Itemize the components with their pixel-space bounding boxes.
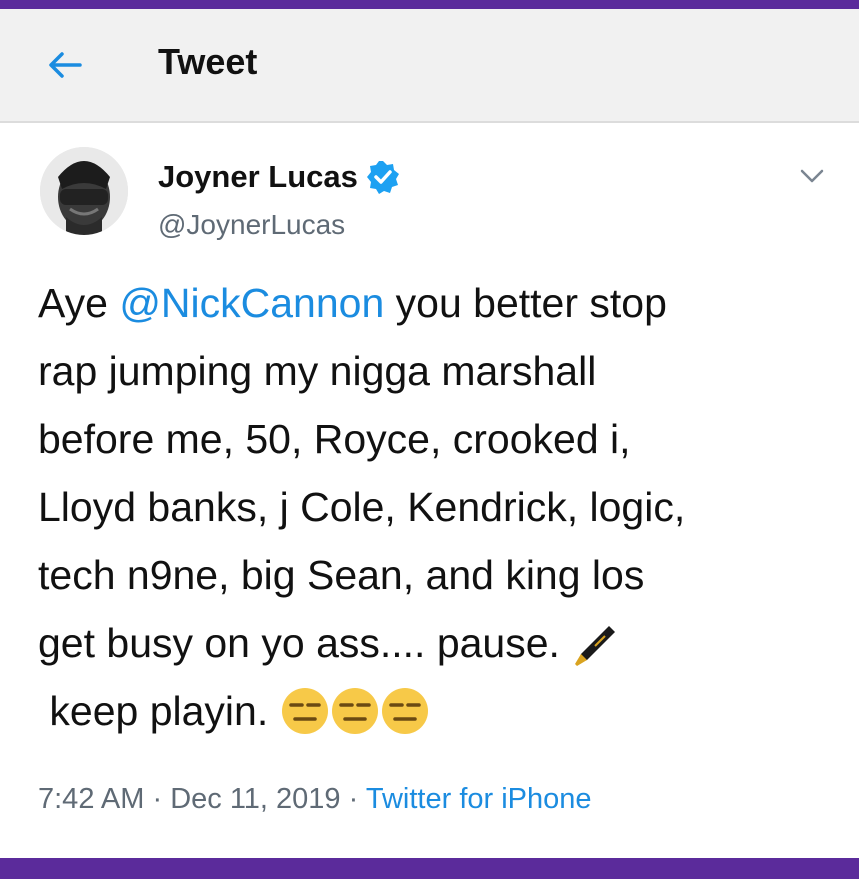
meta-separator: ·: [348, 783, 359, 815]
text-line-3: before me, 50, Royce, crooked i,: [38, 416, 631, 462]
tweet-card: Joyner Lucas @JoynerLucas Aye @NickCanno…: [0, 123, 859, 858]
arrow-left-icon: [49, 52, 82, 78]
expressionless-face-emoji: [381, 688, 428, 734]
tweet-options-button[interactable]: [796, 163, 828, 187]
verified-badge-icon: [366, 161, 399, 194]
expressionless-face-emoji: [331, 688, 378, 734]
bottom-frame-border: [0, 858, 859, 879]
tweet-date[interactable]: Dec 11, 2019: [170, 783, 340, 815]
chevron-down-icon: [800, 169, 824, 183]
mention-link[interactable]: @NickCannon: [119, 280, 384, 326]
text-line-5: tech n9ne, big Sean, and king los: [38, 552, 645, 598]
fountain-pen-emoji: [575, 626, 616, 666]
avatar[interactable]: [40, 147, 128, 235]
text-line-1-suffix: you better stop: [384, 280, 667, 326]
expressionless-face-emoji: [281, 688, 328, 734]
text-line-6: get busy on yo ass.... pause.: [38, 620, 560, 666]
meta-separator: ·: [152, 783, 163, 815]
back-button[interactable]: [40, 45, 88, 85]
text-line-1-prefix: Aye: [38, 280, 120, 326]
top-frame-border: [0, 0, 859, 9]
page-title: Tweet: [158, 41, 258, 82]
app-header: Tweet: [0, 9, 859, 123]
author-display-name[interactable]: Joyner Lucas: [158, 159, 358, 195]
text-line-7: keep playin.: [38, 688, 269, 734]
avatar-image: [40, 147, 128, 235]
author-name-row[interactable]: Joyner Lucas: [158, 159, 400, 195]
author-handle[interactable]: @JoynerLucas: [158, 209, 345, 241]
tweet-meta: 7:42 AM · Dec 11, 2019 · Twitter for iPh…: [38, 783, 592, 816]
tweet-text: Aye @NickCannon you better stop rap jump…: [38, 269, 838, 745]
text-line-2: rap jumping my nigga marshall: [38, 348, 597, 394]
tweet-source-link[interactable]: Twitter for iPhone: [366, 783, 592, 815]
text-line-4: Lloyd banks, j Cole, Kendrick, logic,: [38, 484, 686, 530]
tweet-time: 7:42 AM: [38, 783, 145, 815]
